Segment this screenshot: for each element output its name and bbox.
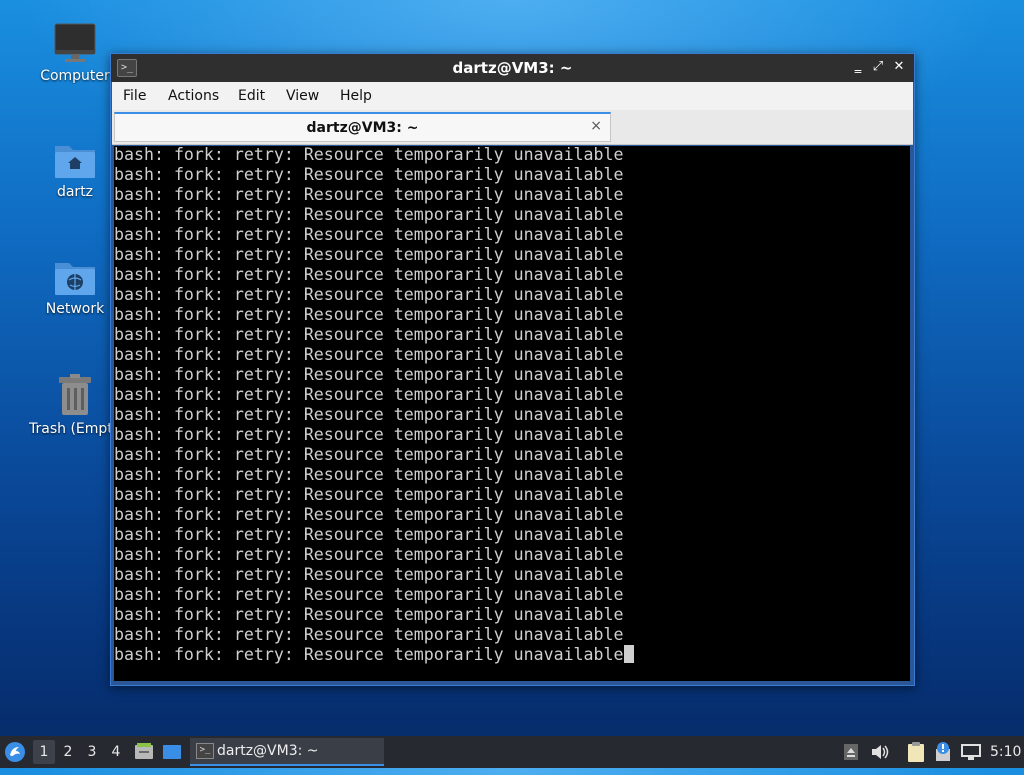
workspace-4[interactable]: 4 [105, 740, 127, 764]
network-folder-icon [55, 263, 95, 295]
terminal-line: bash: fork: retry: Resource temporarily … [114, 425, 624, 444]
terminal-line: bash: fork: retry: Resource temporarily … [114, 545, 624, 564]
desktop-icon-trash[interactable]: Trash (Empty) [20, 373, 112, 437]
terminal-line: bash: fork: retry: Resource temporarily … [114, 146, 624, 164]
terminal-line: bash: fork: retry: Resource temporarily … [114, 645, 634, 665]
terminal-line: bash: fork: retry: Resource temporarily … [114, 325, 624, 344]
terminal-line: bash: fork: retry: Resource temporarily … [114, 585, 624, 604]
start-menu-button[interactable] [4, 736, 28, 768]
terminal-line: bash: fork: retry: Resource temporarily … [114, 465, 624, 484]
terminal-line: bash: fork: retry: Resource temporarily … [114, 385, 624, 404]
terminal-line: bash: fork: retry: Resource temporarily … [114, 245, 624, 264]
terminal-line: bash: fork: retry: Resource temporarily … [114, 505, 624, 524]
minimize-button[interactable]: ‗ [850, 59, 866, 75]
clipboard-icon [908, 742, 924, 762]
monitor-icon [54, 23, 96, 62]
terminal-line: bash: fork: retry: Resource temporarily … [114, 285, 624, 304]
tab-close-icon[interactable]: × [590, 118, 602, 134]
menu-edit[interactable]: Edit [238, 88, 265, 104]
terminal-line: bash: fork: retry: Resource temporarily … [114, 365, 624, 384]
update-notifier-icon [936, 742, 950, 761]
desktop-icon-label: Trash (Empty) [29, 421, 112, 437]
terminal-line: bash: fork: retry: Resource temporarily … [114, 565, 624, 584]
maximize-button[interactable]: ⤢ [870, 59, 886, 75]
taskbar-task-label: dartz@VM3: ~ [217, 743, 319, 759]
trash-icon [59, 374, 91, 415]
workspace-3[interactable]: 3 [81, 740, 103, 764]
tray-updates[interactable] [934, 736, 954, 768]
terminal-task-icon: >_ [196, 743, 214, 759]
menu-help[interactable]: Help [340, 88, 372, 104]
terminal-line: bash: fork: retry: Resource temporarily … [114, 405, 624, 424]
terminal-line: bash: fork: retry: Resource temporarily … [114, 525, 624, 544]
workspace-2[interactable]: 2 [57, 740, 79, 764]
close-button[interactable]: ✕ [891, 59, 907, 75]
terminal-line: bash: fork: retry: Resource temporarily … [114, 485, 624, 504]
taskbar-task-terminal[interactable]: >_ dartz@VM3: ~ [190, 738, 384, 766]
workspace-1[interactable]: 1 [33, 740, 55, 764]
minimize-icon: ‗ [854, 59, 862, 74]
terminal-line: bash: fork: retry: Resource temporarily … [114, 305, 624, 324]
window-title: dartz@VM3: ~ [452, 59, 573, 77]
terminal-line: bash: fork: retry: Resource temporarily … [114, 625, 624, 644]
network-icon [961, 744, 981, 760]
file-manager-launcher[interactable] [134, 736, 156, 768]
terminal-line: bash: fork: retry: Resource temporarily … [114, 345, 624, 364]
eject-icon [844, 744, 858, 760]
show-desktop-icon [163, 745, 181, 759]
clock[interactable]: 5:10 [990, 736, 1022, 768]
menu-file[interactable]: File [123, 88, 146, 104]
terminal-line: bash: fork: retry: Resource temporarily … [114, 605, 624, 624]
terminal-line: bash: fork: retry: Resource temporarily … [114, 165, 624, 184]
tray-network[interactable] [960, 736, 984, 768]
tab-bar: dartz@VM3: ~ × [112, 110, 913, 145]
terminal-line: bash: fork: retry: Resource temporarily … [114, 445, 624, 464]
terminal-line: bash: fork: retry: Resource temporarily … [114, 265, 624, 284]
terminal-lines: bash: fork: retry: Resource temporarily … [114, 146, 634, 665]
window-titlebar[interactable]: >_ dartz@VM3: ~ ‗ ⤢ ✕ [111, 54, 914, 82]
maximize-icon: ⤢ [872, 59, 884, 74]
volume-icon [872, 745, 889, 759]
terminal-line: bash: fork: retry: Resource temporarily … [114, 205, 624, 224]
terminal-cursor [623, 645, 634, 663]
terminal-window: >_ dartz@VM3: ~ ‗ ⤢ ✕ File Actions Edit … [110, 53, 915, 686]
tray-eject[interactable] [843, 736, 861, 768]
terminal-line: bash: fork: retry: Resource temporarily … [114, 185, 624, 204]
tab-terminal[interactable]: dartz@VM3: ~ × [114, 112, 611, 142]
terminal-line: bash: fork: retry: Resource temporarily … [114, 225, 624, 244]
tray-clipboard[interactable] [906, 736, 928, 768]
terminal-output[interactable]: bash: fork: retry: Resource temporarily … [114, 146, 910, 681]
file-manager-icon [135, 743, 153, 759]
home-folder-icon [55, 146, 95, 178]
menu-actions[interactable]: Actions [168, 88, 219, 104]
start-menu-icon [5, 742, 25, 762]
tab-label: dartz@VM3: ~ [306, 120, 419, 136]
tray-volume[interactable] [870, 736, 892, 768]
close-icon: ✕ [893, 59, 905, 74]
taskbar: 1 2 3 4 >_ dartz@VM3: ~ 5:10 [0, 736, 1024, 768]
menu-view[interactable]: View [286, 88, 319, 104]
menu-bar: File Actions Edit View Help [112, 82, 913, 110]
show-desktop-launcher[interactable] [162, 736, 184, 768]
